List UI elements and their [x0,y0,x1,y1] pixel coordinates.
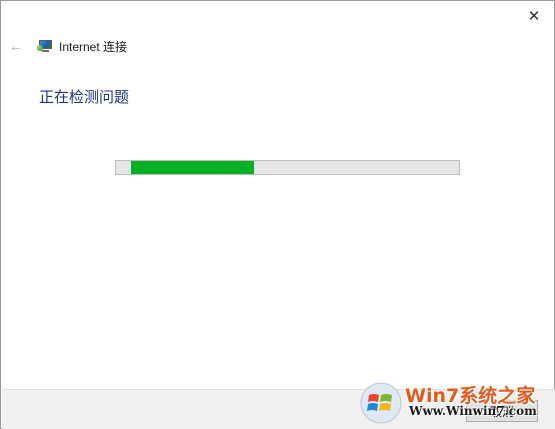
navigation-bar: ← Internet 连接 [9,35,127,57]
window-title: Internet 连接 [59,39,128,54]
page-heading: 正在检测问题 [39,88,130,106]
back-arrow-icon[interactable]: ← [9,39,23,53]
close-button[interactable]: ✕ [522,5,546,27]
network-troubleshooter-icon [37,39,53,53]
cancel-button[interactable]: 取消 [466,400,538,422]
progress-bar [115,160,460,175]
progress-bar-fill [131,161,254,174]
footer-bar: 取消 [2,389,555,429]
troubleshooter-window: ✕ ← Internet 连接 正在检测问题 取消 Win7系统之家 Www.W… [0,0,555,429]
close-icon: ✕ [527,8,541,25]
